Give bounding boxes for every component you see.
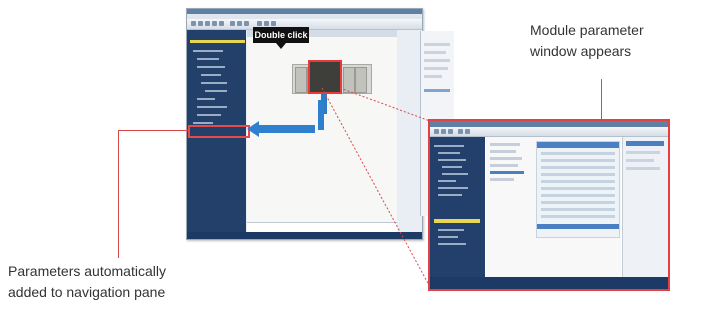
zoom-line-bottom — [321, 87, 431, 288]
toolbar-icon[interactable] — [434, 129, 439, 134]
toolbar-icon[interactable] — [458, 129, 463, 134]
nav-tree-item[interactable] — [442, 166, 462, 168]
setting-row[interactable] — [541, 194, 615, 197]
setting-row[interactable] — [541, 187, 615, 190]
zoom-line-top — [339, 87, 431, 122]
pane-item[interactable] — [626, 151, 660, 154]
nav-tree-item[interactable] — [438, 236, 458, 238]
category-item[interactable] — [490, 143, 520, 146]
popup-toolbar — [430, 127, 668, 137]
right-caption-line2: window appears — [530, 43, 632, 59]
parameter-category-list — [490, 143, 530, 185]
left-caption-line1: Parameters automatically — [8, 263, 166, 279]
setting-row[interactable] — [541, 201, 615, 204]
pane-header — [626, 141, 664, 146]
toolbar-icon[interactable] — [441, 129, 446, 134]
setting-row[interactable] — [541, 180, 615, 183]
nav-tree-item[interactable] — [438, 194, 462, 196]
setting-row[interactable] — [541, 208, 615, 211]
pane-item[interactable] — [626, 159, 654, 162]
added-parameter-item[interactable] — [434, 219, 480, 223]
module-parameter-window — [428, 119, 670, 291]
category-item-selected[interactable] — [490, 171, 524, 174]
setting-row[interactable] — [541, 215, 615, 218]
nav-tree-item[interactable] — [434, 145, 464, 147]
nav-tree-item[interactable] — [438, 243, 466, 245]
left-caption-pointer-h — [118, 130, 188, 131]
parameter-editor — [486, 137, 621, 277]
setting-row[interactable] — [541, 159, 615, 162]
setting-row[interactable] — [541, 173, 615, 176]
nav-tree-item[interactable] — [438, 187, 468, 189]
popup-element-pane — [622, 137, 668, 277]
popup-status-bar — [430, 277, 668, 289]
category-item[interactable] — [490, 164, 518, 167]
category-item[interactable] — [490, 150, 516, 153]
left-caption-line2: added to navigation pane — [8, 284, 166, 300]
setting-row[interactable] — [541, 152, 615, 155]
right-caption-pointer — [601, 79, 602, 119]
category-item[interactable] — [490, 157, 522, 160]
right-caption: Module parameter window appears — [530, 22, 644, 60]
left-caption-pointer-v — [118, 130, 119, 258]
nav-tree-item[interactable] — [442, 173, 468, 175]
settings-header — [537, 142, 619, 148]
setting-row[interactable] — [541, 166, 615, 169]
parameter-settings-grid — [536, 141, 620, 238]
nav-tree-item[interactable] — [438, 159, 466, 161]
left-caption: Parameters automatically added to naviga… — [8, 263, 166, 301]
toolbar-icon[interactable] — [465, 129, 470, 134]
settings-section-header — [537, 224, 619, 229]
pane-item[interactable] — [626, 167, 660, 170]
popup-navigation-pane — [430, 137, 485, 277]
category-item[interactable] — [490, 178, 514, 181]
nav-tree-item[interactable] — [438, 152, 460, 154]
nav-tree-item[interactable] — [438, 229, 464, 231]
nav-tree-item[interactable] — [438, 180, 456, 182]
toolbar-icon[interactable] — [448, 129, 453, 134]
right-caption-line1: Module parameter — [530, 22, 644, 38]
